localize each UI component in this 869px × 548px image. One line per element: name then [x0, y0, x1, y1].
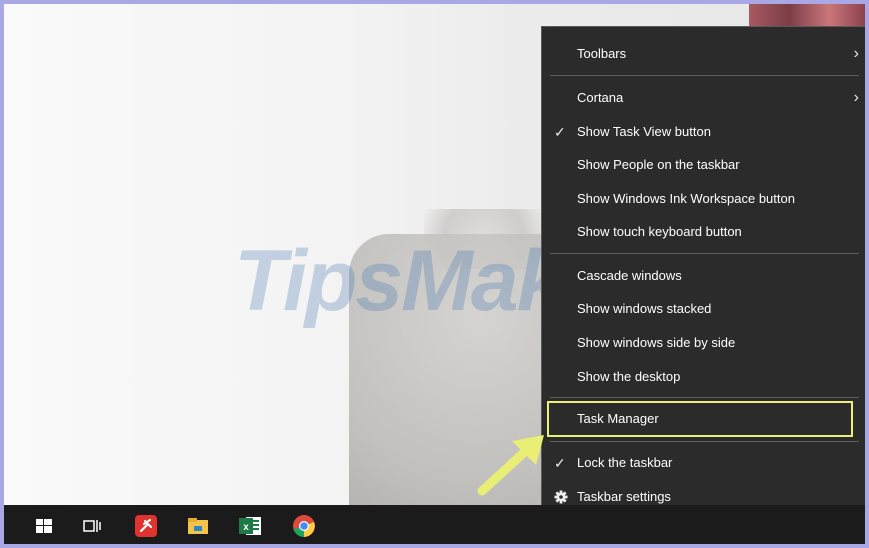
menu-separator: [550, 441, 859, 442]
task-view-icon[interactable]: [78, 512, 106, 540]
menu-item-label: Show People on the taskbar: [577, 157, 740, 172]
screenshot-frame: TipsMake Toolbars › Cortana › ✓ Show Tas…: [0, 0, 869, 548]
start-icon[interactable]: [30, 512, 58, 540]
menu-item-label: Show the desktop: [577, 369, 681, 384]
menu-item-show-desktop[interactable]: Show the desktop: [542, 361, 865, 393]
file-explorer-icon[interactable]: [184, 512, 212, 540]
menu-item-show-task-view[interactable]: ✓ Show Task View button: [542, 116, 865, 148]
chevron-right-icon: ›: [853, 45, 859, 62]
wallpaper-flower: [749, 4, 865, 28]
menu-item-label: Cascade windows: [577, 268, 682, 283]
checkmark-icon: ✓: [554, 455, 566, 471]
taskbar-context-menu: Toolbars › Cortana › ✓ Show Task View bu…: [541, 26, 865, 523]
svg-text:x: x: [243, 522, 249, 533]
chevron-right-icon: ›: [853, 89, 859, 106]
menu-item-toolbars[interactable]: Toolbars ›: [542, 38, 865, 70]
menu-item-cortana[interactable]: Cortana ›: [542, 82, 865, 114]
pinned-app-icon[interactable]: [132, 512, 160, 540]
excel-icon[interactable]: x: [236, 512, 264, 540]
menu-item-label: Cortana: [577, 90, 624, 105]
taskbar: x: [4, 505, 865, 544]
menu-item-windows-side-by-side[interactable]: Show windows side by side: [542, 327, 865, 359]
menu-item-cascade-windows[interactable]: Cascade windows: [542, 260, 865, 292]
menu-item-label: Lock the taskbar: [577, 455, 673, 470]
menu-item-lock-taskbar[interactable]: ✓ Lock the taskbar: [542, 447, 865, 479]
menu-item-windows-stacked[interactable]: Show windows stacked: [542, 293, 865, 325]
menu-item-show-people[interactable]: Show People on the taskbar: [542, 149, 865, 181]
annotation-arrow: [477, 435, 544, 496]
menu-item-label: Show touch keyboard button: [577, 224, 742, 239]
menu-item-label: Show Windows Ink Workspace button: [577, 191, 795, 206]
menu-separator: [550, 397, 859, 398]
highlight-box: [547, 401, 853, 437]
chrome-icon[interactable]: [290, 512, 318, 540]
menu-item-label: Show windows side by side: [577, 335, 736, 350]
menu-item-label: Show Task View button: [577, 124, 711, 139]
menu-separator: [550, 75, 859, 76]
menu-item-label: Toolbars: [577, 46, 627, 61]
menu-item-show-touch-keyboard[interactable]: Show touch keyboard button: [542, 216, 865, 248]
menu-separator: [550, 253, 859, 254]
checkmark-icon: ✓: [554, 124, 566, 140]
menu-item-show-ink-workspace[interactable]: Show Windows Ink Workspace button: [542, 183, 865, 215]
menu-item-label: Show windows stacked: [577, 301, 712, 316]
